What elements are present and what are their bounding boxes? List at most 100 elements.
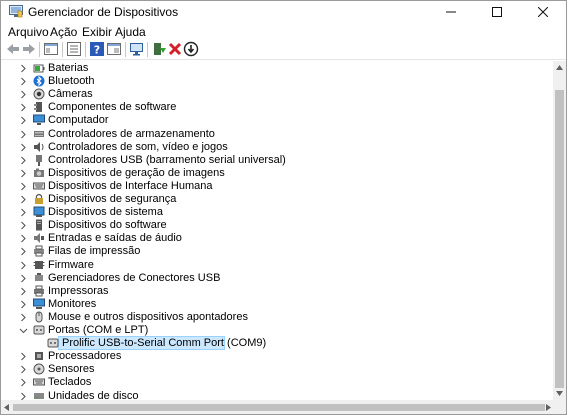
monitor-icon	[33, 298, 45, 309]
expand-chevron-icon[interactable]	[19, 129, 28, 140]
help-icon[interactable]: ?	[89, 41, 105, 57]
expand-chevron-icon[interactable]	[19, 273, 28, 284]
keyboard-icon	[33, 378, 45, 386]
tree-category[interactable]: Filas de impressão	[1, 245, 553, 258]
tree-category[interactable]: Dispositivos de sistema	[1, 206, 553, 219]
title-bar[interactable]: Gerenciador de Dispositivos	[1, 1, 566, 23]
tree-item-label: Firmware	[48, 258, 94, 271]
tree-child-item[interactable]: Prolific USB-to-Serial Comm Port (COM9)	[1, 336, 553, 351]
tree-item-label: Portas (COM e LPT)	[48, 324, 149, 336]
expand-chevron-icon[interactable]	[19, 246, 28, 257]
minimize-button[interactable]	[428, 1, 474, 23]
tree-category[interactable]: Controladores USB (barramento serial uni…	[1, 154, 553, 167]
tree-category[interactable]: Baterias	[1, 62, 553, 75]
back-icon[interactable]	[5, 41, 21, 57]
tree-item-label: Dispositivos do software	[48, 219, 167, 232]
expand-chevron-icon[interactable]	[19, 260, 28, 271]
expand-chevron-icon[interactable]	[19, 194, 28, 205]
tree-category[interactable]: Monitores	[1, 298, 553, 311]
uninstall-device-icon[interactable]	[167, 41, 183, 57]
expand-chevron-icon[interactable]	[19, 115, 28, 126]
vertical-scrollbar[interactable]	[553, 61, 566, 400]
expand-chevron-icon[interactable]	[19, 207, 28, 218]
expand-chevron-icon[interactable]	[19, 155, 28, 166]
tree-item-label: Câmeras	[48, 88, 93, 101]
tree-category[interactable]: Controladores de som, vídeo e jogos	[1, 141, 553, 154]
vertical-scroll-thumb[interactable]	[555, 90, 564, 388]
tree-category[interactable]: Processadores	[1, 350, 553, 363]
processor-icon	[35, 352, 43, 361]
expand-chevron-icon[interactable]	[19, 76, 28, 87]
tree-item-label: Componentes de software	[48, 101, 177, 114]
port-device-icon	[47, 338, 59, 348]
scroll-down-icon[interactable]	[556, 391, 563, 396]
expand-chevron-icon[interactable]	[19, 312, 28, 323]
tree-category[interactable]: Mouse e outros dispositivos apontadores	[1, 311, 553, 324]
menu-exibir[interactable]: Exibir	[82, 25, 112, 39]
tree-category[interactable]: Dispositivos de segurança	[1, 193, 553, 206]
device-tree[interactable]: Baterias Bluetooth Câmeras Componentes de s…	[1, 61, 553, 401]
tree-category[interactable]: Componentes de software	[1, 101, 553, 114]
toolbar-separator	[125, 42, 126, 57]
tree-category[interactable]: Impressoras	[1, 285, 553, 298]
expand-chevron-icon[interactable]	[19, 63, 28, 74]
tree-category[interactable]: Bluetooth	[1, 75, 553, 88]
expand-chevron-icon[interactable]	[19, 364, 28, 375]
expand-chevron-icon[interactable]	[19, 89, 28, 100]
menu-acao[interactable]: Ação	[50, 25, 77, 39]
scroll-right-icon[interactable]	[546, 404, 551, 411]
horizontal-scrollbar[interactable]	[1, 400, 553, 414]
window-title: Gerenciador de Dispositivos	[28, 5, 179, 19]
port-icon	[33, 325, 45, 335]
expand-chevron-icon[interactable]	[19, 233, 28, 244]
properties-pane-icon[interactable]	[43, 41, 59, 57]
tree-category[interactable]: Dispositivos de geração de imagens	[1, 167, 553, 180]
expand-chevron-icon[interactable]	[19, 142, 28, 153]
expand-chevron-icon[interactable]	[19, 299, 28, 310]
expand-chevron-icon[interactable]	[19, 168, 28, 179]
tree-category[interactable]: Controladores de armazenamento	[1, 128, 553, 141]
tree-category[interactable]: Câmeras	[1, 88, 553, 101]
tree-item-label: Filas de impressão	[48, 245, 141, 258]
toolbar-separator	[62, 42, 63, 57]
expand-chevron-icon[interactable]	[19, 220, 28, 231]
horizontal-scroll-thumb[interactable]	[13, 404, 545, 411]
scroll-left-icon[interactable]	[4, 404, 9, 411]
tree-item-label: Dispositivos de Interface Humana	[48, 179, 213, 192]
menu-arquivo[interactable]: Arquivo	[8, 25, 49, 39]
close-button[interactable]	[520, 1, 566, 23]
collapse-chevron-icon[interactable]	[19, 325, 28, 336]
sound-icon	[34, 141, 44, 152]
tree-item-label: Dispositivos de segurança	[48, 193, 177, 205]
expand-chevron-icon[interactable]	[19, 102, 28, 113]
scan-hardware-icon[interactable]	[129, 41, 145, 57]
tree-item-label: Controladores de som, vídeo e jogos	[48, 140, 228, 153]
tree-item-label: Processadores	[48, 350, 122, 363]
expand-chevron-icon[interactable]	[19, 181, 28, 192]
expand-chevron-icon[interactable]	[19, 351, 28, 362]
tree-category[interactable]: Computador	[1, 114, 553, 127]
tree-category[interactable]: Teclados	[1, 376, 553, 389]
tree-item-label: Monitores	[48, 297, 97, 310]
show-hide-tree-icon[interactable]	[66, 41, 82, 57]
menu-ajuda[interactable]: Ajuda	[115, 25, 146, 39]
tree-category[interactable]: Portas (COM e LPT)	[1, 324, 553, 337]
forward-icon[interactable]	[21, 41, 37, 57]
software-component-icon	[34, 102, 42, 113]
tree-category[interactable]: Entradas e saídas de áudio	[1, 232, 553, 245]
expand-chevron-icon[interactable]	[19, 286, 28, 297]
mouse-icon	[35, 311, 43, 323]
battery-icon	[33, 64, 45, 73]
disable-device-icon[interactable]	[183, 41, 199, 57]
tree-category[interactable]: Dispositivos de Interface Humana	[1, 180, 553, 193]
tree-category[interactable]: Gerenciadores de Conectores USB	[1, 272, 553, 285]
expand-chevron-icon[interactable]	[19, 377, 28, 388]
window-icon[interactable]	[106, 41, 122, 57]
tree-item-label: Prolific USB-to-Serial Comm Port (COM9)	[62, 337, 267, 350]
tree-category[interactable]: Dispositivos do software	[1, 219, 553, 232]
update-driver-icon[interactable]	[151, 41, 167, 57]
maximize-button[interactable]	[474, 1, 520, 23]
scroll-up-icon[interactable]	[556, 65, 563, 70]
tree-category[interactable]: Sensores	[1, 363, 553, 376]
tree-category[interactable]: Firmware	[1, 259, 553, 272]
